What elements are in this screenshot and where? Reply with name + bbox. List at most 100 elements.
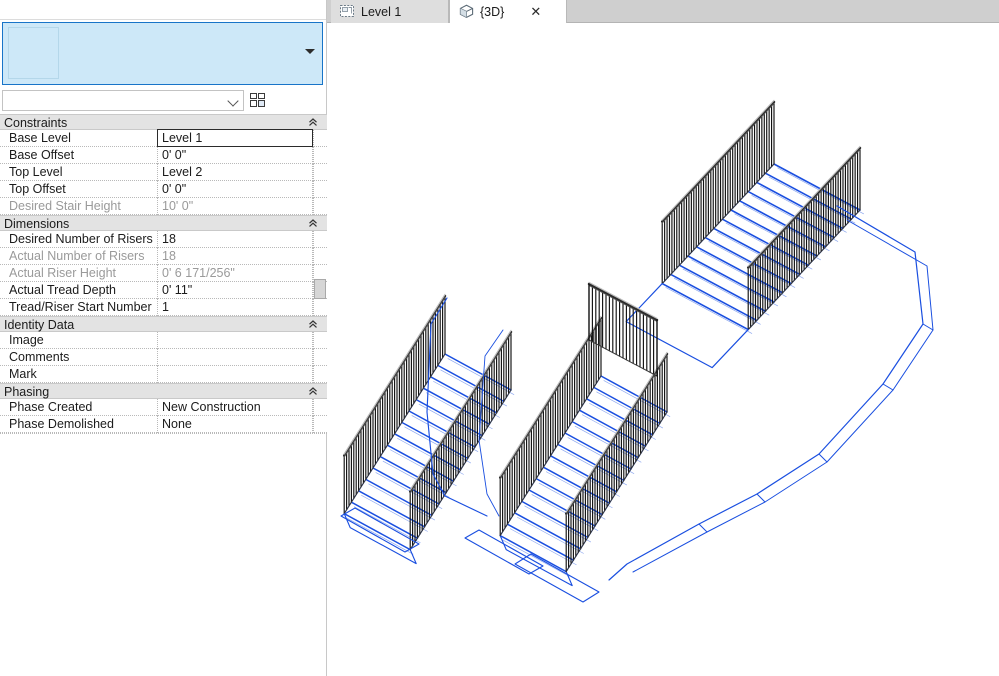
property-group-label: Constraints	[4, 116, 68, 130]
property-row-gutter	[313, 231, 327, 248]
edit-type-icon	[250, 93, 266, 108]
property-value-field: 18	[157, 248, 313, 265]
property-value-label: 0' 0"	[162, 148, 187, 162]
property-value-label: Level 1	[162, 131, 203, 145]
assembled-stair-3d-model	[340, 99, 934, 603]
properties-titlebar	[0, 0, 326, 20]
property-name-label: Phase Demolished	[9, 417, 114, 431]
property-row[interactable]: Image	[0, 332, 327, 349]
chevron-down-icon	[227, 95, 239, 107]
property-name-label: Actual Number of Risers	[9, 249, 145, 263]
properties-panel: Constraints Base Level Level 1 Base Offset 0…	[0, 0, 327, 676]
property-group-label: Identity Data	[4, 318, 75, 332]
tab-label: Level 1	[361, 4, 402, 19]
tab-level-1[interactable]: Level 1	[331, 0, 449, 23]
type-thumbnail	[8, 27, 59, 79]
property-value-label: 18	[162, 249, 176, 263]
property-name-label: Base Level	[9, 131, 71, 145]
property-value-label: 0' 11"	[162, 283, 193, 297]
property-row-gutter	[313, 181, 327, 198]
property-row-gutter	[313, 349, 327, 366]
property-row-gutter	[313, 366, 327, 383]
property-value-field[interactable]: 0' 0"	[157, 181, 313, 198]
property-row[interactable]: Comments	[0, 349, 327, 366]
property-value-field[interactable]	[157, 349, 313, 366]
property-name-label: Image	[9, 333, 44, 347]
property-name-label: Mark	[9, 367, 37, 381]
property-value-field[interactable]	[157, 332, 313, 349]
property-row-gutter	[313, 164, 327, 181]
property-value-field[interactable]: 0' 0"	[157, 147, 313, 164]
tab-3d[interactable]: {3D} ✕	[449, 0, 567, 23]
property-row[interactable]: Desired Number of Risers 18	[0, 231, 327, 248]
double-chevron-up-icon[interactable]	[307, 385, 319, 397]
type-selector-preview[interactable]	[2, 22, 323, 85]
property-value-field: 0' 6 171/256"	[157, 265, 313, 282]
property-group-header[interactable]: Identity Data	[0, 316, 327, 332]
property-value-label: New Construction	[162, 400, 261, 414]
property-value-label: None	[162, 417, 192, 431]
property-row[interactable]: Base Offset 0' 0"	[0, 147, 327, 164]
property-value-label: 0' 6 171/256"	[162, 266, 235, 280]
property-row[interactable]: Mark	[0, 366, 327, 383]
property-row-gutter	[313, 248, 327, 265]
double-chevron-up-icon[interactable]	[307, 318, 319, 330]
property-row[interactable]: Top Offset 0' 0"	[0, 181, 327, 198]
property-value-field[interactable]: Level 2	[157, 164, 313, 181]
property-row[interactable]: Actual Number of Risers 18	[0, 248, 327, 265]
property-value-field: 10' 0"	[157, 198, 313, 215]
element-selector-dropdown[interactable]	[2, 90, 244, 111]
property-row[interactable]: Actual Tread Depth 0' 11"	[0, 282, 327, 299]
property-name-label: Desired Number of Risers	[9, 232, 153, 246]
property-value-field[interactable]: 18	[157, 231, 313, 248]
property-value-field[interactable]: 1	[157, 299, 313, 316]
property-row[interactable]: Base Level Level 1	[0, 129, 327, 147]
property-row[interactable]: Phase Created New Construction	[0, 399, 327, 416]
view-area: Level 1 {3D} ✕	[327, 0, 999, 676]
double-chevron-up-icon[interactable]	[307, 116, 319, 128]
caret-down-icon[interactable]	[305, 49, 315, 54]
property-row-gutter	[313, 147, 327, 164]
properties-table-bottom-border	[0, 433, 327, 435]
tab-label: {3D}	[480, 4, 505, 19]
property-value-label: 1	[162, 300, 169, 314]
property-row-gutter	[313, 399, 327, 416]
property-group-header[interactable]: Dimensions	[0, 215, 327, 231]
property-group-header[interactable]: Phasing	[0, 383, 327, 399]
three-d-viewport[interactable]	[327, 24, 999, 676]
property-group-label: Dimensions	[4, 217, 70, 231]
floor-plan-view-icon	[339, 4, 356, 19]
property-name-label: Actual Riser Height	[9, 266, 116, 280]
property-name-label: Desired Stair Height	[9, 199, 121, 213]
property-name-label: Tread/Riser Start Number	[9, 300, 152, 314]
property-row-gutter	[313, 332, 327, 349]
property-group-label: Phasing	[4, 385, 50, 399]
three-d-view-icon	[458, 4, 475, 19]
property-row[interactable]: Tread/Riser Start Number 1	[0, 299, 327, 316]
property-name-label: Comments	[9, 350, 70, 364]
property-row-gutter	[313, 198, 327, 215]
edit-type-button[interactable]	[250, 90, 270, 111]
property-row[interactable]: Phase Demolished None	[0, 416, 327, 433]
property-group-header[interactable]: Constraints	[0, 114, 327, 130]
property-value-field[interactable]: New Construction	[157, 399, 313, 416]
close-icon[interactable]	[304, 1, 320, 17]
property-value-field[interactable]: 0' 11"	[157, 282, 313, 299]
property-value-field[interactable]: None	[157, 416, 313, 433]
property-name-label: Actual Tread Depth	[9, 283, 117, 297]
properties-scrollbar-thumb[interactable]	[314, 279, 326, 299]
property-row[interactable]: Top Level Level 2	[0, 164, 327, 181]
property-value-field[interactable]	[157, 366, 313, 383]
double-chevron-up-icon[interactable]	[307, 217, 319, 229]
property-value-field[interactable]: Level 1	[157, 129, 313, 147]
property-value-label: 18	[162, 232, 176, 246]
property-row[interactable]: Actual Riser Height 0' 6 171/256"	[0, 265, 327, 282]
property-name-label: Phase Created	[9, 400, 93, 414]
property-value-label: Level 2	[162, 165, 203, 179]
selector-row	[0, 90, 327, 112]
property-row-gutter	[313, 416, 327, 433]
property-name-label: Base Offset	[9, 148, 75, 162]
tab-close-icon[interactable]: ✕	[530, 4, 541, 20]
property-row[interactable]: Desired Stair Height 10' 0"	[0, 198, 327, 215]
property-value-label: 0' 0"	[162, 182, 187, 196]
